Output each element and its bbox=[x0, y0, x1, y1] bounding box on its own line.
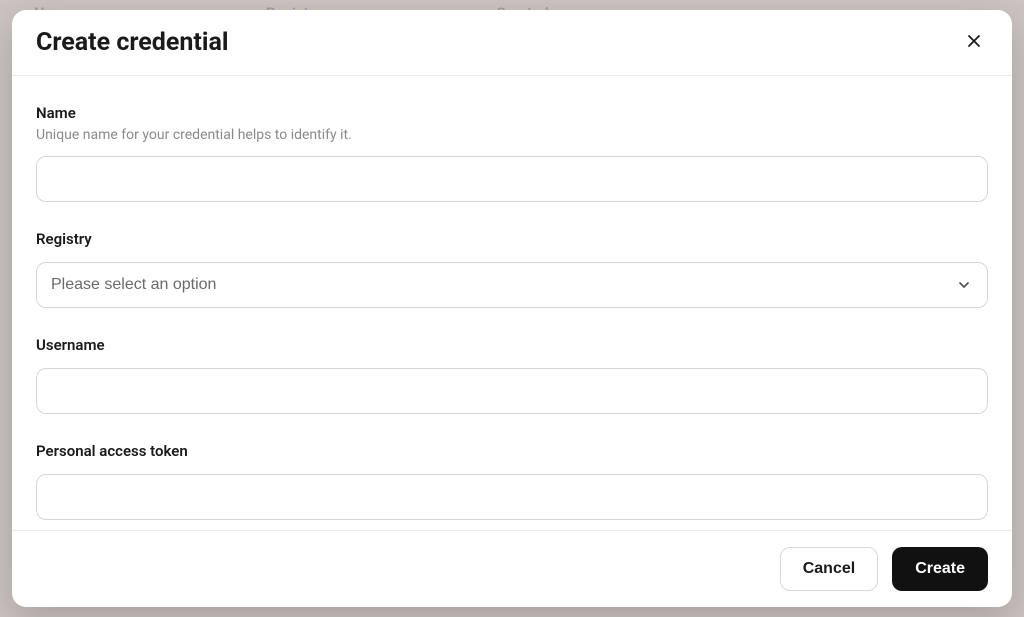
name-label: Name bbox=[36, 104, 988, 122]
registry-select-wrap: Please select an option bbox=[36, 262, 988, 308]
field-name: Name Unique name for your credential hel… bbox=[36, 104, 988, 202]
name-hint: Unique name for your credential helps to… bbox=[36, 126, 988, 146]
modal-header: Create credential bbox=[12, 10, 1012, 76]
field-token: Personal access token bbox=[36, 442, 988, 520]
name-input[interactable] bbox=[36, 156, 988, 202]
create-credential-modal: Create credential Name Unique name for y… bbox=[12, 10, 1012, 607]
modal-title: Create credential bbox=[36, 28, 228, 57]
registry-label: Registry bbox=[36, 230, 988, 248]
modal-body: Name Unique name for your credential hel… bbox=[12, 76, 1012, 530]
username-label: Username bbox=[36, 336, 988, 354]
token-label: Personal access token bbox=[36, 442, 988, 460]
modal-footer: Cancel Create bbox=[12, 530, 1012, 607]
create-button[interactable]: Create bbox=[892, 547, 988, 591]
registry-select[interactable]: Please select an option bbox=[36, 262, 988, 308]
token-input[interactable] bbox=[36, 474, 988, 520]
field-username: Username bbox=[36, 336, 988, 414]
username-input[interactable] bbox=[36, 368, 988, 414]
close-button[interactable] bbox=[960, 29, 988, 57]
field-registry: Registry Please select an option bbox=[36, 230, 988, 308]
cancel-button[interactable]: Cancel bbox=[780, 547, 878, 591]
close-icon bbox=[966, 33, 982, 52]
